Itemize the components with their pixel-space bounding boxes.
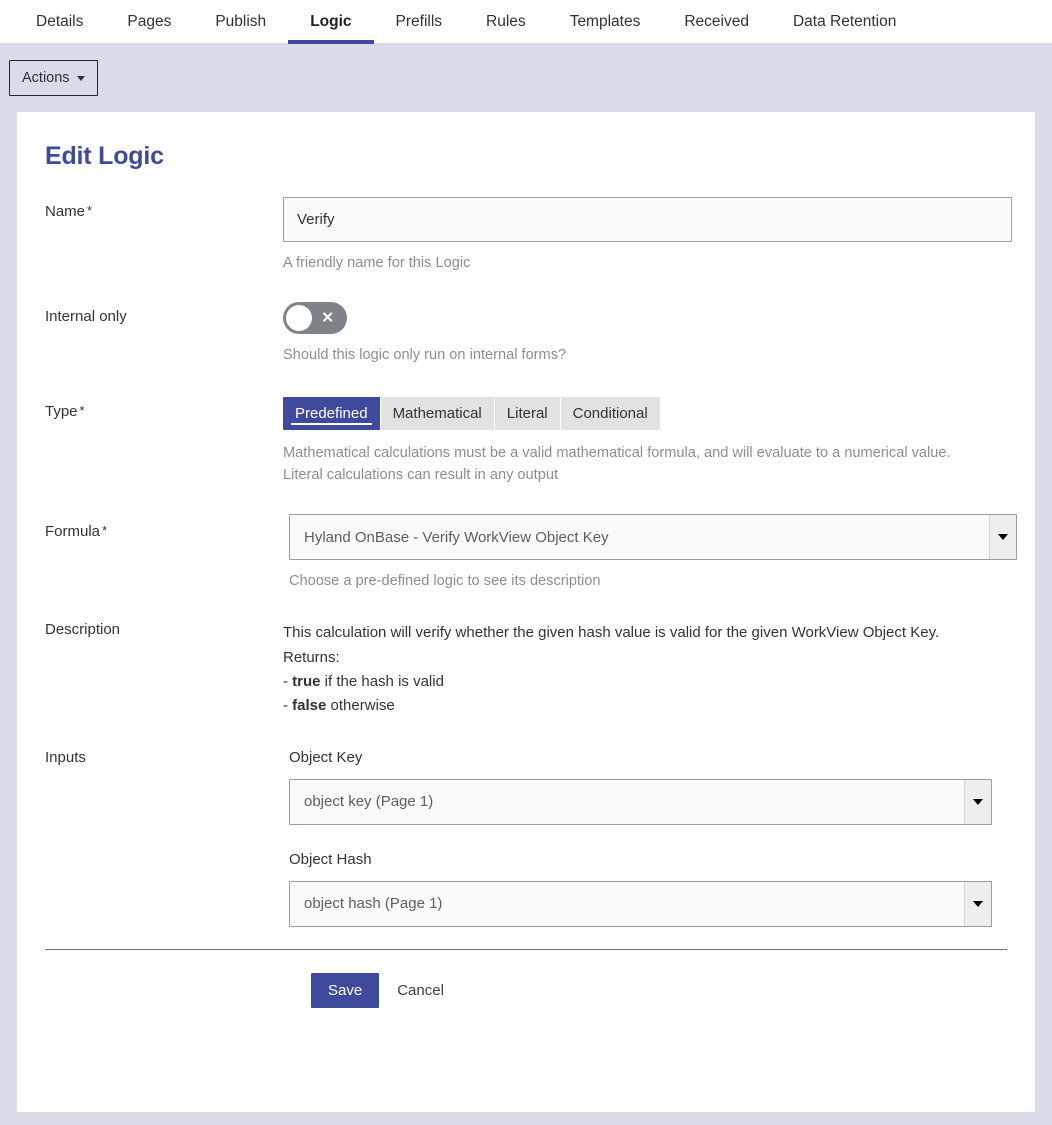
- primary-tab-bar: Details Pages Publish Logic Prefills Rul…: [0, 0, 1052, 44]
- type-option-literal[interactable]: Literal: [494, 396, 561, 430]
- footer-divider: [45, 948, 1007, 950]
- formula-label-text: Formula: [45, 523, 101, 541]
- save-button[interactable]: Save: [311, 972, 380, 1008]
- tab-details[interactable]: Details: [14, 0, 105, 43]
- tab-label: Rules: [486, 12, 526, 30]
- object-key-selected-value: object key (Page 1): [304, 793, 434, 811]
- object-key-select[interactable]: object key (Page 1): [289, 778, 992, 825]
- description-line-4-prefix: -: [283, 697, 293, 715]
- form-row-internal-only: Internal only ✕ Should this logic only r…: [45, 302, 1007, 366]
- internal-only-label: Internal only: [45, 302, 283, 325]
- formula-help-text: Choose a pre-defined logic to see its de…: [289, 573, 601, 590]
- name-label-text: Name: [45, 203, 86, 220]
- tab-received[interactable]: Received: [662, 0, 771, 43]
- object-hash-select-button[interactable]: [964, 881, 991, 926]
- tab-prefills[interactable]: Prefills: [374, 0, 465, 43]
- type-label-text: Type: [45, 402, 78, 420]
- tab-templates[interactable]: Templates: [548, 0, 663, 43]
- required-marker: *: [79, 402, 85, 418]
- input-group-object-key: Object Key object key (Page 1): [289, 749, 1007, 825]
- segment-label: Conditional: [572, 404, 648, 422]
- chevron-down-icon: [76, 75, 85, 81]
- description-line-3-suffix: if the hash is valid: [320, 673, 444, 691]
- required-marker: *: [87, 203, 93, 218]
- tab-label: Details: [36, 12, 84, 30]
- description-line-3-prefix: -: [283, 673, 293, 691]
- tab-label: Received: [684, 12, 749, 30]
- tab-label: Data Retention: [792, 12, 897, 30]
- description-line-1: This calculation will verify whether the…: [283, 624, 940, 642]
- description-line-2: Returns:: [283, 648, 340, 666]
- name-help-text: A friendly name for this Logic: [283, 255, 471, 271]
- tab-pages[interactable]: Pages: [105, 0, 193, 43]
- form-row-description: Description This calculation will verify…: [45, 621, 1007, 718]
- form-row-name: Name* A friendly name for this Logic: [45, 197, 1012, 274]
- internal-only-label-text: Internal only: [45, 308, 127, 326]
- description-line-3: - true if the hash is valid: [283, 670, 1007, 694]
- actions-button-label: Actions: [22, 70, 70, 86]
- type-option-predefined[interactable]: Predefined: [283, 396, 381, 430]
- tab-rules[interactable]: Rules: [464, 0, 548, 43]
- description-line-4-bold: false: [292, 697, 327, 715]
- cancel-button[interactable]: Cancel: [393, 982, 448, 999]
- name-input[interactable]: [283, 197, 1012, 242]
- form-row-inputs: Inputs Object Key object key (Page 1) Ob…: [45, 749, 1007, 927]
- formula-select-button[interactable]: [989, 515, 1016, 560]
- name-label: Name *: [45, 197, 283, 220]
- object-hash-selected-value: object hash (Page 1): [304, 895, 443, 913]
- tab-label: Templates: [569, 12, 641, 30]
- tab-label: Publish: [215, 12, 267, 30]
- page-title: Edit Logic: [45, 142, 164, 170]
- description-line-3-bold: true: [292, 673, 321, 691]
- required-marker: *: [102, 523, 108, 539]
- description-line-4-suffix: otherwise: [326, 697, 395, 715]
- form-row-formula: Formula * Hyland OnBase - Verify WorkView…: [45, 514, 1017, 592]
- inputs-label: Inputs: [45, 749, 283, 766]
- formula-select[interactable]: Hyland OnBase - Verify WorkView Object K…: [289, 514, 1017, 561]
- chevron-down-icon: [973, 900, 983, 907]
- segment-label: Predefined: [295, 404, 368, 422]
- object-key-label: Object Key: [289, 748, 363, 766]
- tab-label: Pages: [127, 12, 172, 30]
- type-label: Type *: [45, 397, 283, 420]
- tab-publish[interactable]: Publish: [193, 0, 288, 43]
- form-footer: Save Cancel: [45, 972, 1007, 1008]
- type-segmented-control: Predefined Mathematical Literal Conditio…: [283, 396, 660, 430]
- type-option-mathematical[interactable]: Mathematical: [380, 396, 495, 430]
- type-help-text-line2: Literal calculations can result in any o…: [283, 466, 559, 483]
- actions-dropdown-button[interactable]: Actions: [9, 60, 98, 96]
- edit-logic-card: Edit Logic Name* A friendly name for thi…: [17, 112, 1035, 1112]
- inputs-label-text: Inputs: [45, 748, 86, 766]
- internal-only-help-text: Should this logic only run on internal f…: [283, 347, 567, 364]
- description-label: Description: [45, 621, 283, 638]
- segment-label: Literal: [506, 404, 548, 422]
- type-help-text-line1: Mathematical calculations must be a vali…: [283, 444, 951, 461]
- formula-selected-value: Hyland OnBase - Verify WorkView Object K…: [304, 528, 609, 546]
- formula-label: Formula *: [45, 514, 283, 540]
- internal-only-toggle[interactable]: ✕: [283, 302, 347, 335]
- tab-data-retention[interactable]: Data Retention: [771, 0, 918, 43]
- object-hash-label: Object Hash: [289, 850, 372, 868]
- form-row-type: Type * Predefined Mathematical Literal Co…: [45, 396, 1007, 487]
- object-hash-select[interactable]: object hash (Page 1): [289, 880, 992, 927]
- type-option-conditional[interactable]: Conditional: [560, 396, 660, 430]
- input-group-object-hash: Object Hash object hash (Page 1): [289, 851, 1007, 927]
- chevron-down-icon: [973, 798, 983, 805]
- actions-toolbar: Actions: [0, 44, 1052, 112]
- tab-label: Logic: [310, 12, 352, 30]
- toggle-knob: [286, 305, 312, 332]
- tab-label: Prefills: [395, 12, 443, 30]
- page-background: Edit Logic Name* A friendly name for thi…: [0, 112, 1052, 1125]
- close-icon: ✕: [321, 309, 334, 327]
- tab-logic[interactable]: Logic: [288, 0, 374, 44]
- description-line-4: - false otherwise: [283, 694, 1007, 718]
- object-key-select-button[interactable]: [964, 779, 991, 824]
- description-label-text: Description: [45, 621, 121, 639]
- segment-label: Mathematical: [392, 404, 482, 422]
- chevron-down-icon: [998, 534, 1008, 541]
